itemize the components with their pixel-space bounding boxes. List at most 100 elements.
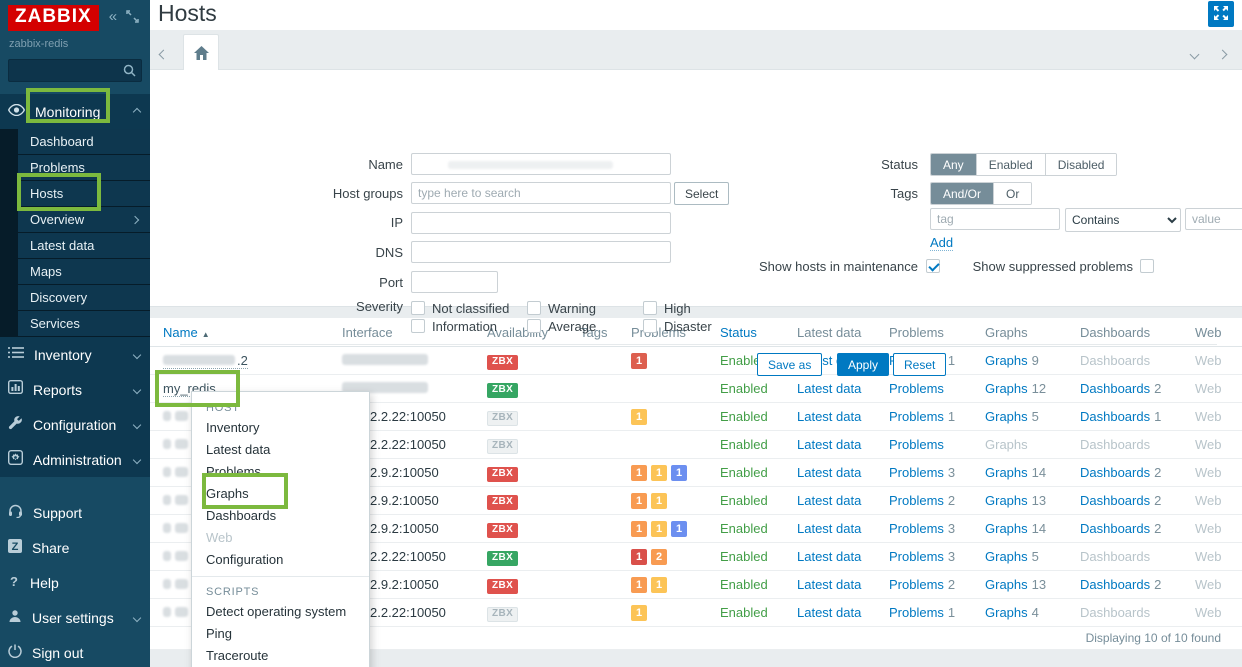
severity-checkbox[interactable] [643,319,657,333]
problems-link[interactable]: Problems [889,577,944,592]
status-enabled-link[interactable]: Enabled [720,493,768,508]
kiosk-mode-button[interactable] [1208,1,1234,27]
problems-link[interactable]: Problems [889,605,944,620]
dashboards-link[interactable]: Dashboards [1080,577,1150,592]
problem-badge-warning[interactable]: 1 [631,409,647,425]
sidebar-item-overview[interactable]: Overview [18,207,150,233]
status-enabled-link[interactable]: Enabled [720,465,768,480]
sidebar-item-support[interactable]: Support [0,495,150,530]
column-header-name[interactable]: Name ▲ [163,325,342,340]
context-menu-item-ping[interactable]: Ping [192,623,369,645]
context-menu-item-dashboards[interactable]: Dashboards [192,505,369,527]
dashboards-link[interactable]: Dashboards [1080,381,1150,396]
apply-button[interactable]: Apply [837,353,890,376]
problem-badge-average[interactable]: 2 [651,549,667,565]
latest-data-link[interactable]: Latest data [797,409,861,424]
problems-link[interactable]: Problems [889,521,944,536]
name-input[interactable] [411,153,671,175]
host-groups-input[interactable] [411,182,671,204]
latest-data-link[interactable]: Latest data [797,577,861,592]
problem-badge-average[interactable]: 1 [631,465,647,481]
graphs-link[interactable]: Graphs [985,577,1028,592]
problems-link[interactable]: Problems [889,465,944,480]
graphs-link[interactable]: Graphs [985,605,1028,620]
status-enabled-link[interactable]: Enabled [720,381,768,396]
problem-badge-info[interactable]: 1 [671,465,687,481]
status-option-enabled[interactable]: Enabled [975,154,1045,175]
sidebar-section-inventory[interactable]: Inventory [0,337,150,372]
severity-checkbox[interactable] [411,319,425,333]
status-enabled-link[interactable]: Enabled [720,549,768,564]
status-enabled-link[interactable]: Enabled [720,605,768,620]
context-menu-item-latest-data[interactable]: Latest data [192,439,369,461]
problems-link[interactable]: Problems [889,549,944,564]
context-menu-item-graphs[interactable]: Graphs [192,483,369,505]
dns-input[interactable] [411,241,671,263]
problem-badge-warning[interactable]: 1 [631,605,647,621]
problems-link[interactable]: Problems [889,437,944,452]
filter-collapse-icon[interactable] [1189,45,1200,63]
problem-badge-warning[interactable]: 1 [651,521,667,537]
dashboards-link[interactable]: Dashboards [1080,465,1150,480]
problems-link[interactable]: Problems [889,409,944,424]
reset-button[interactable]: Reset [893,353,947,376]
sidebar-item-discovery[interactable]: Discovery [18,285,150,311]
dashboards-link[interactable]: Dashboards [1080,493,1150,508]
status-enabled-link[interactable]: Enabled [720,409,768,424]
ip-input[interactable] [411,212,671,234]
sidebar-expand-icon[interactable] [126,10,139,26]
latest-data-link[interactable]: Latest data [797,521,861,536]
status-enabled-link[interactable]: Enabled [720,437,768,452]
context-menu-item-configuration[interactable]: Configuration [192,549,369,571]
graphs-link[interactable]: Graphs [985,465,1028,480]
sidebar-item-latest-data[interactable]: Latest data [18,233,150,259]
filter-home-tab[interactable] [183,34,219,70]
latest-data-link[interactable]: Latest data [797,465,861,480]
severity-checkbox[interactable] [411,301,425,315]
context-menu-item-detect-operating-system[interactable]: Detect operating system [192,601,369,623]
sidebar-item-problems[interactable]: Problems [18,155,150,181]
severity-checkbox[interactable] [643,301,657,315]
sidebar-section-configuration[interactable]: Configuration [0,407,150,442]
severity-checkbox[interactable] [527,301,541,315]
graphs-link[interactable]: Graphs [985,409,1028,424]
filter-tab-back-icon[interactable] [158,45,169,63]
show-suppressed-checkbox[interactable] [1140,259,1154,273]
problem-badge-info[interactable]: 1 [671,521,687,537]
context-menu-item-inventory[interactable]: Inventory [192,417,369,439]
severity-checkbox[interactable] [527,319,541,333]
problem-badge-high[interactable]: 1 [631,353,647,369]
sidebar-item-hosts[interactable]: Hosts [18,181,150,207]
tags-option-and-or[interactable]: And/Or [931,183,994,204]
status-enabled-link[interactable]: Enabled [720,521,768,536]
problem-badge-warning[interactable]: 1 [651,493,667,509]
host-groups-select-button[interactable]: Select [674,182,730,205]
latest-data-link[interactable]: Latest data [797,549,861,564]
status-enabled-link[interactable]: Enabled [720,577,768,592]
sidebar-item-maps[interactable]: Maps [18,259,150,285]
graphs-link[interactable]: Graphs [985,493,1028,508]
status-option-disabled[interactable]: Disabled [1044,154,1117,175]
host-name-cell[interactable]: .2 [163,353,342,369]
tag-add-link[interactable]: Add [930,235,954,251]
sidebar-item-services[interactable]: Services [18,311,150,337]
sidebar-search-input[interactable] [8,59,142,82]
latest-data-link[interactable]: Latest data [797,381,861,396]
context-menu-item-traceroute[interactable]: Traceroute [192,645,369,667]
problem-badge-warning[interactable]: 1 [651,577,667,593]
port-input[interactable] [411,271,498,293]
sidebar-section-administration[interactable]: Administration [0,442,150,477]
sidebar-item-share[interactable]: Z Share [0,530,150,565]
sidebar-section-monitoring[interactable]: Monitoring [0,94,150,129]
problems-link[interactable]: Problems [889,381,944,396]
graphs-link[interactable]: Graphs [985,381,1028,396]
graphs-link[interactable]: Graphs [985,353,1028,368]
filter-tab-next-icon[interactable] [1217,45,1228,63]
tag-value-input[interactable] [1185,208,1242,230]
context-menu-item-problems[interactable]: Problems [192,461,369,483]
tag-name-input[interactable] [930,208,1060,230]
latest-data-link[interactable]: Latest data [797,493,861,508]
latest-data-link[interactable]: Latest data [797,605,861,620]
sidebar-item-user-settings[interactable]: User settings [0,600,150,635]
sidebar-item-sign-out[interactable]: Sign out [0,635,150,667]
